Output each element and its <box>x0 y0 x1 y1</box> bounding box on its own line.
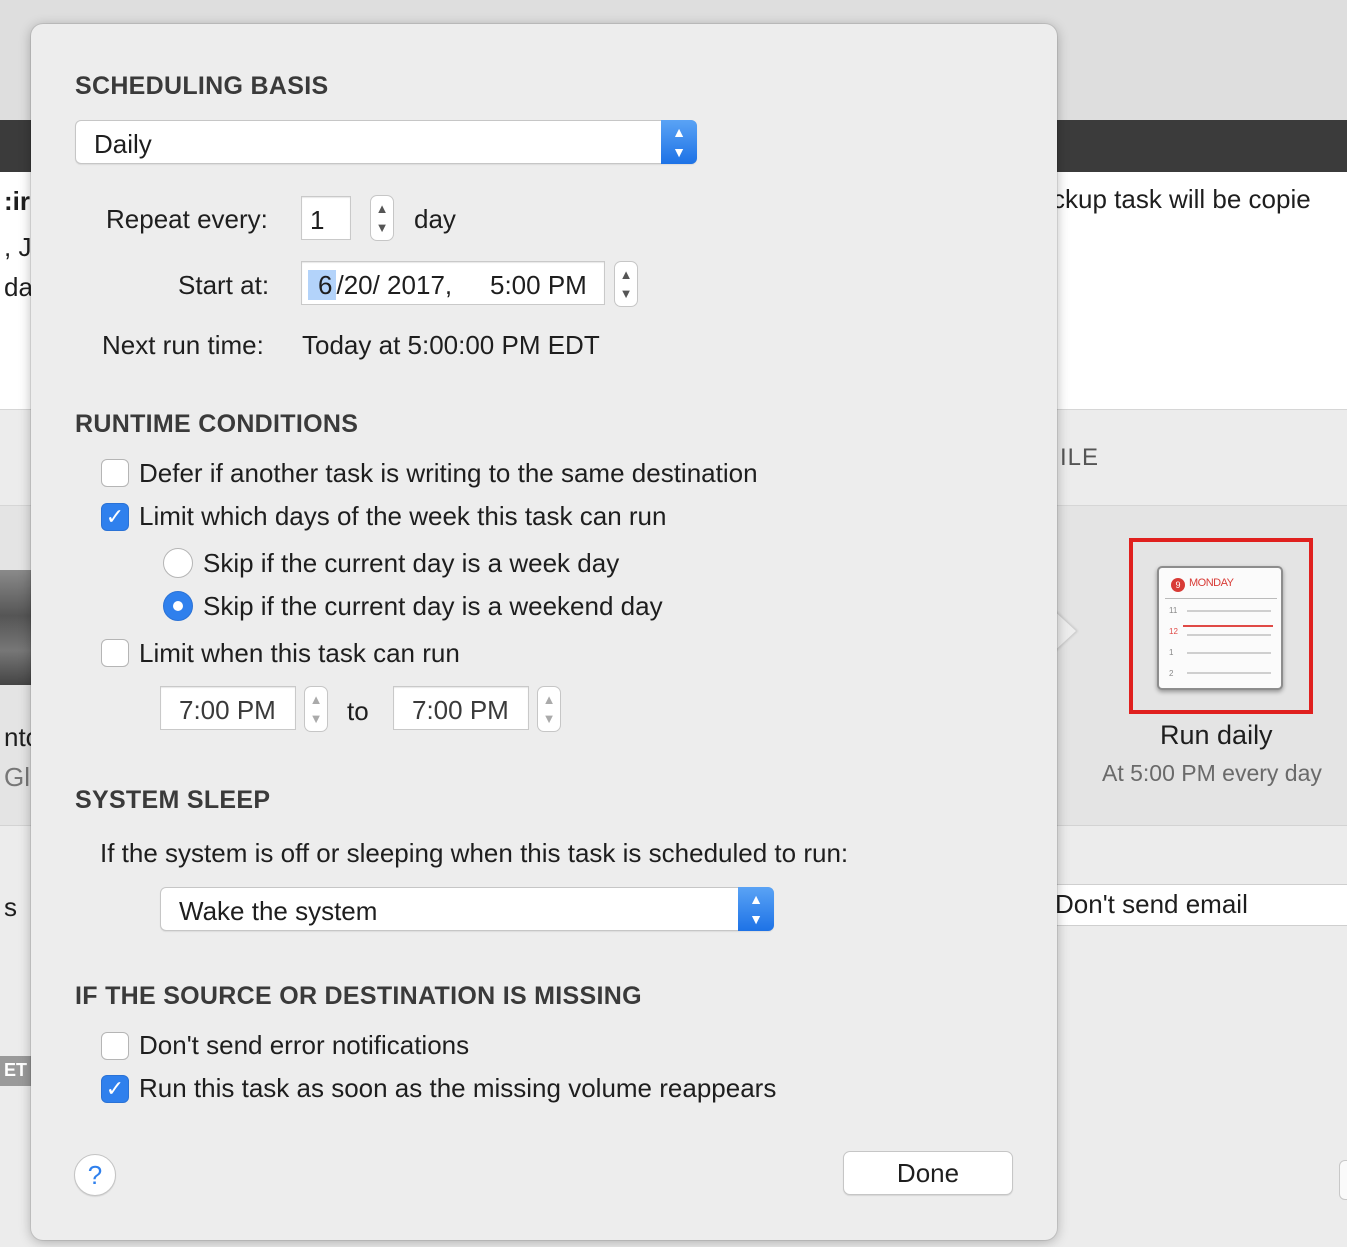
scheduling-basis-popup[interactable]: Daily ▲ ▼ <box>75 120 697 164</box>
repeat-label: Repeat every: <box>106 204 268 234</box>
sleep-description: If the system is off or sleeping when th… <box>100 838 849 868</box>
skip-weekday-radio[interactable] <box>163 548 193 578</box>
start-date-time-value: 6/20/ 2017, <box>308 270 452 301</box>
calendar-line <box>1187 634 1271 636</box>
calendar-hour: 2 <box>1169 669 1174 678</box>
skip-weekend-radio[interactable] <box>163 591 193 621</box>
calendar-icon: 9 MONDAY 11 12 1 2 <box>1157 566 1283 690</box>
start-label: Start at: <box>178 270 270 300</box>
next-run-value: Today at 5:00:00 PM EDT <box>302 330 600 360</box>
limit-from-time-value: 7:00 PM <box>179 695 276 725</box>
section-title-scheduling: SCHEDULING BASIS <box>75 72 329 100</box>
defer-checkbox[interactable] <box>101 459 129 487</box>
hard-drive-icon <box>0 570 32 685</box>
calendar-line <box>1187 610 1271 612</box>
email-setting-field[interactable]: Don't send email <box>1040 884 1347 926</box>
repeat-interval-stepper[interactable]: ▲ ▼ <box>370 195 394 241</box>
background-button[interactable] <box>1339 1160 1347 1200</box>
repeat-interval-field[interactable]: 1 <box>301 196 351 240</box>
start-month-segment[interactable]: 6 <box>308 270 337 300</box>
skip-weekday-label[interactable]: Skip if the current day is a week day <box>203 548 619 579</box>
start-date-time-field[interactable]: 6/20/ 2017, 5:00 PM <box>301 261 605 305</box>
limit-time-label[interactable]: Limit when this task can run <box>139 638 460 669</box>
calendar-badge: 9 <box>1171 578 1185 592</box>
no-error-notifications-label[interactable]: Don't send error notifications <box>139 1030 469 1061</box>
calendar-hour: 11 <box>1169 606 1178 615</box>
start-time-segment[interactable]: 5:00 PM <box>490 270 587 301</box>
schedule-subtitle: At 5:00 PM every day <box>1102 760 1322 786</box>
scheduling-basis-value: Daily <box>94 129 152 159</box>
repeat-unit: day <box>414 204 456 234</box>
section-title-runtime: RUNTIME CONDITIONS <box>75 410 359 438</box>
calendar-hour: 1 <box>1169 648 1174 657</box>
limit-from-time-field[interactable]: 7:00 PM <box>160 686 296 730</box>
popup-chevrons-icon: ▲ ▼ <box>738 887 774 931</box>
limit-days-checkbox[interactable]: ✓ <box>101 503 129 531</box>
start-date-stepper[interactable]: ▲ ▼ <box>614 261 638 307</box>
repeat-interval-value: 1 <box>310 205 325 235</box>
limit-to-time-value: 7:00 PM <box>412 695 509 725</box>
next-run-label: Next run time: <box>102 330 264 360</box>
section-title-missing: IF THE SOURCE OR DESTINATION IS MISSING <box>75 982 642 1010</box>
run-on-reappear-checkbox[interactable]: ✓ <box>101 1075 129 1103</box>
fragment-text: , J <box>4 232 32 262</box>
done-button[interactable]: Done <box>843 1151 1013 1195</box>
column-header: ILE <box>1060 444 1100 471</box>
fragment-text: :ir <box>4 186 30 216</box>
no-error-notifications-checkbox[interactable] <box>101 1032 129 1060</box>
sleep-action-popup[interactable]: Wake the system ▲ ▼ <box>160 887 774 931</box>
limit-to-label: to <box>347 696 369 726</box>
calendar-divider <box>1165 598 1277 599</box>
limit-from-time-stepper[interactable]: ▲ ▼ <box>304 686 328 732</box>
task-info-message: ckup task will be copie <box>1052 184 1311 214</box>
limit-days-label[interactable]: Limit which days of the week this task c… <box>139 501 666 532</box>
run-on-reappear-label[interactable]: Run this task as soon as the missing vol… <box>139 1073 776 1104</box>
skip-weekend-label[interactable]: Skip if the current day is a weekend day <box>203 591 663 622</box>
defer-label[interactable]: Defer if another task is writing to the … <box>139 458 758 489</box>
popup-chevrons-icon: ▲ ▼ <box>661 120 697 164</box>
calendar-line <box>1187 672 1271 674</box>
tag-fragment: ET <box>0 1056 32 1086</box>
fragment-text: da <box>4 272 33 302</box>
fragment-text: s <box>4 892 17 922</box>
section-title-sleep: SYSTEM SLEEP <box>75 786 271 814</box>
start-date-rest[interactable]: /20/ 2017, <box>336 270 452 300</box>
calendar-day-label: MONDAY <box>1189 577 1234 589</box>
limit-to-time-field[interactable]: 7:00 PM <box>393 686 529 730</box>
calendar-current-line <box>1183 625 1273 627</box>
calendar-hour: 12 <box>1169 627 1178 636</box>
fragment-text: Gl <box>4 762 30 792</box>
calendar-line <box>1187 652 1271 654</box>
schedule-title: Run daily <box>1160 720 1273 750</box>
limit-to-time-stepper[interactable]: ▲ ▼ <box>537 686 561 732</box>
sleep-action-value: Wake the system <box>179 896 378 926</box>
limit-time-checkbox[interactable] <box>101 639 129 667</box>
help-button[interactable]: ? <box>74 1154 116 1196</box>
